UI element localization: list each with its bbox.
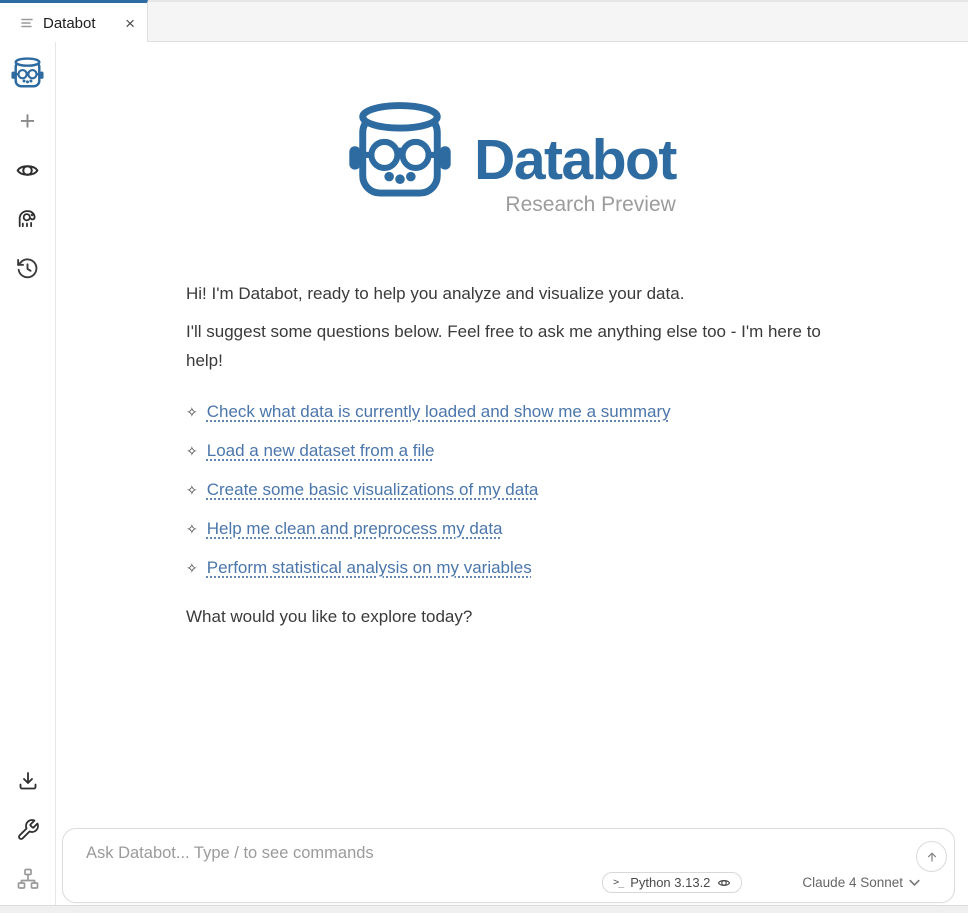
sparkle-icon: ✧ — [186, 515, 198, 544]
view-data-button[interactable] — [11, 153, 45, 187]
send-button[interactable] — [916, 841, 947, 872]
suggestion-link-statistical-analysis[interactable]: Perform statistical analysis on my varia… — [207, 553, 532, 582]
python-env-label: Python 3.13.2 — [630, 875, 710, 890]
model-selector[interactable]: Claude 4 Sonnet — [802, 875, 920, 890]
brand-subtitle: Research Preview — [505, 193, 675, 217]
suggestion-list: ✧ Check what data is currently loaded an… — [186, 392, 856, 587]
list-item: ✧ Help me clean and preprocess my data — [186, 509, 856, 548]
eye-icon — [717, 876, 731, 890]
new-chat-button[interactable]: + — [11, 104, 45, 138]
sidebar-top-icons: + — [11, 55, 45, 285]
tab-databot[interactable]: Databot × — [0, 0, 148, 43]
closing-text: What would you like to explore today? — [186, 602, 856, 631]
composer-meta: >_ Python 3.13.2 Claude 4 Sonnet — [602, 872, 920, 893]
sparkle-icon: ✧ — [186, 554, 198, 583]
tools-button[interactable] — [11, 813, 45, 847]
history-clock-icon — [15, 256, 40, 281]
sparkle-icon: ✧ — [186, 398, 198, 427]
chevron-down-icon — [909, 879, 920, 887]
tab-bar: Databot × — [0, 0, 968, 42]
databot-robot-icon — [11, 55, 44, 89]
sidebar-bottom-icons — [11, 764, 45, 896]
sitemap-icon — [16, 867, 40, 891]
sidebar: + — [0, 42, 56, 905]
list-item: ✧ Create some basic visualizations of my… — [186, 470, 856, 509]
sidebar-item-databot[interactable] — [11, 55, 45, 89]
wrench-icon — [16, 818, 40, 842]
composer: >_ Python 3.13.2 Claude 4 Sonnet — [62, 828, 955, 903]
python-env-chip[interactable]: >_ Python 3.13.2 — [602, 872, 742, 893]
tab-label: Databot — [43, 15, 96, 32]
list-lines-icon — [20, 16, 34, 30]
model-label: Claude 4 Sonnet — [802, 875, 903, 890]
download-icon — [16, 769, 40, 793]
databot-logo: Databot Research Preview — [56, 42, 968, 217]
list-item: ✧ Load a new dataset from a file — [186, 431, 856, 470]
list-item: ✧ Check what data is currently loaded an… — [186, 392, 856, 431]
suggestion-link-data-summary[interactable]: Check what data is currently loaded and … — [207, 397, 671, 426]
arrow-up-icon — [924, 849, 940, 865]
greeting-text: Hi! I'm Databot, ready to help you analy… — [186, 279, 856, 308]
databot-logo-icon — [348, 92, 452, 204]
logo-text-block: Databot Research Preview — [474, 132, 676, 217]
close-icon[interactable]: × — [125, 15, 135, 32]
plus-icon: + — [20, 108, 36, 135]
chat-panel: Databot Research Preview Hi! I'm Databot… — [56, 42, 968, 905]
sparkle-icon: ✧ — [186, 476, 198, 505]
suggestion-link-visualizations[interactable]: Create some basic visualizations of my d… — [207, 475, 539, 504]
elephant-icon — [15, 207, 40, 232]
sparkle-icon: ✧ — [186, 437, 198, 466]
suggestion-link-clean-preprocess[interactable]: Help me clean and preprocess my data — [207, 514, 503, 543]
window-bottom-edge — [0, 905, 968, 913]
intro-text: I'll suggest some questions below. Feel … — [186, 317, 856, 375]
workflow-button[interactable] — [11, 862, 45, 896]
suggestion-link-load-dataset[interactable]: Load a new dataset from a file — [207, 436, 435, 465]
list-item: ✧ Perform statistical analysis on my var… — [186, 548, 856, 587]
composer-input[interactable] — [86, 844, 892, 863]
history-button[interactable] — [11, 251, 45, 285]
download-button[interactable] — [11, 764, 45, 798]
database-button[interactable] — [11, 202, 45, 236]
eye-icon — [15, 158, 40, 183]
terminal-icon: >_ — [613, 877, 623, 888]
brand-title: Databot — [474, 132, 676, 189]
assistant-message: Hi! I'm Databot, ready to help you analy… — [186, 279, 856, 631]
